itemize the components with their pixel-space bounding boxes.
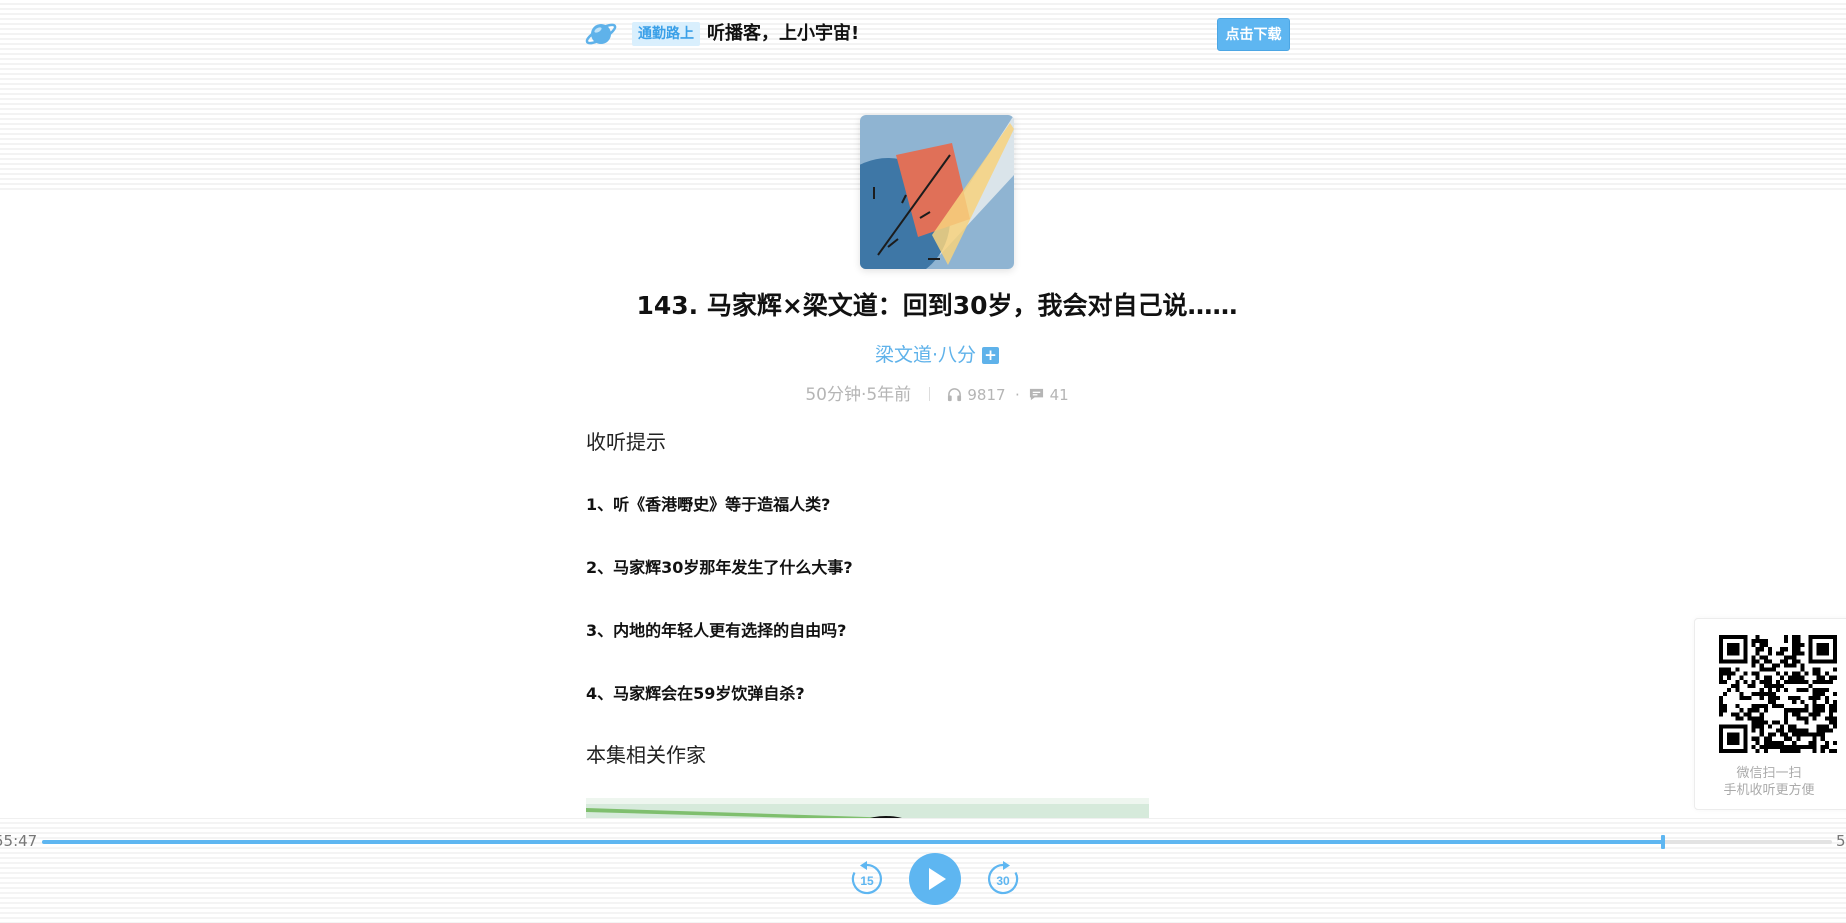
tip-item-2: 2、马家辉30岁那年发生了什么大事?	[586, 558, 853, 577]
qr-card: 微信扫一扫 手机收听更方便	[1694, 618, 1846, 810]
rewind-15-icon[interactable]: 15	[849, 861, 885, 897]
related-authors-heading: 本集相关作家	[586, 743, 706, 767]
meta-dot: ·	[1014, 386, 1020, 404]
tips-heading: 收听提示	[586, 430, 666, 454]
meta-divider	[928, 387, 930, 401]
comment-icon	[1030, 388, 1044, 401]
play-icon	[929, 868, 946, 890]
promo-slogan: 听播客，上小宇宙!	[707, 23, 860, 44]
episode-meta: 50分钟·5年前 9817 · 41	[584, 380, 1290, 405]
progress-fill	[42, 840, 1663, 844]
podcast-name-link[interactable]: 梁文道·八分	[875, 344, 976, 366]
plus-icon[interactable]: +	[982, 347, 1000, 364]
episode-cover-image	[860, 115, 1014, 269]
play-button[interactable]	[909, 853, 961, 905]
play-count: 9817	[967, 386, 1006, 404]
headphones-icon	[947, 388, 962, 402]
total-time: 5	[1836, 832, 1846, 850]
promo-bar: 通勤路上 听播客，上小宇宙! 点击下载	[584, 16, 1290, 52]
progress-bar[interactable]	[42, 835, 1832, 849]
episode-title: 143. 马家辉×梁文道：回到30岁，我会对自己说……	[636, 291, 1238, 320]
qr-caption-mobile: 手机收听更方便	[1723, 783, 1815, 798]
forward-label: 30	[996, 874, 1010, 888]
commute-tag: 通勤路上	[632, 22, 700, 46]
forward-30-icon[interactable]: 30	[985, 861, 1021, 897]
duration-and-age: 50分钟·5年前	[805, 385, 912, 405]
tip-item-4: 4、马家辉会在59岁饮弹自杀?	[586, 684, 805, 703]
rewind-label: 15	[860, 874, 874, 888]
audio-player: 55:47 5 15 30	[0, 818, 1846, 923]
page: 通勤路上 听播客，上小宇宙! 点击下载 143. 马家辉×梁文道：回到30岁，我…	[0, 0, 1846, 923]
podcast-link-row: 梁文道·八分 +	[584, 340, 1290, 367]
comment-count: 41	[1049, 386, 1069, 404]
progress-handle[interactable]	[1660, 835, 1665, 849]
current-time: 55:47	[0, 832, 38, 850]
download-button[interactable]: 点击下载	[1217, 18, 1290, 51]
planet-icon	[585, 23, 617, 45]
tip-item-3: 3、内地的年轻人更有选择的自由吗?	[586, 621, 847, 640]
tip-item-1: 1、听《香港嘢史》等于造福人类?	[586, 495, 831, 514]
qr-code-image	[1719, 635, 1837, 753]
